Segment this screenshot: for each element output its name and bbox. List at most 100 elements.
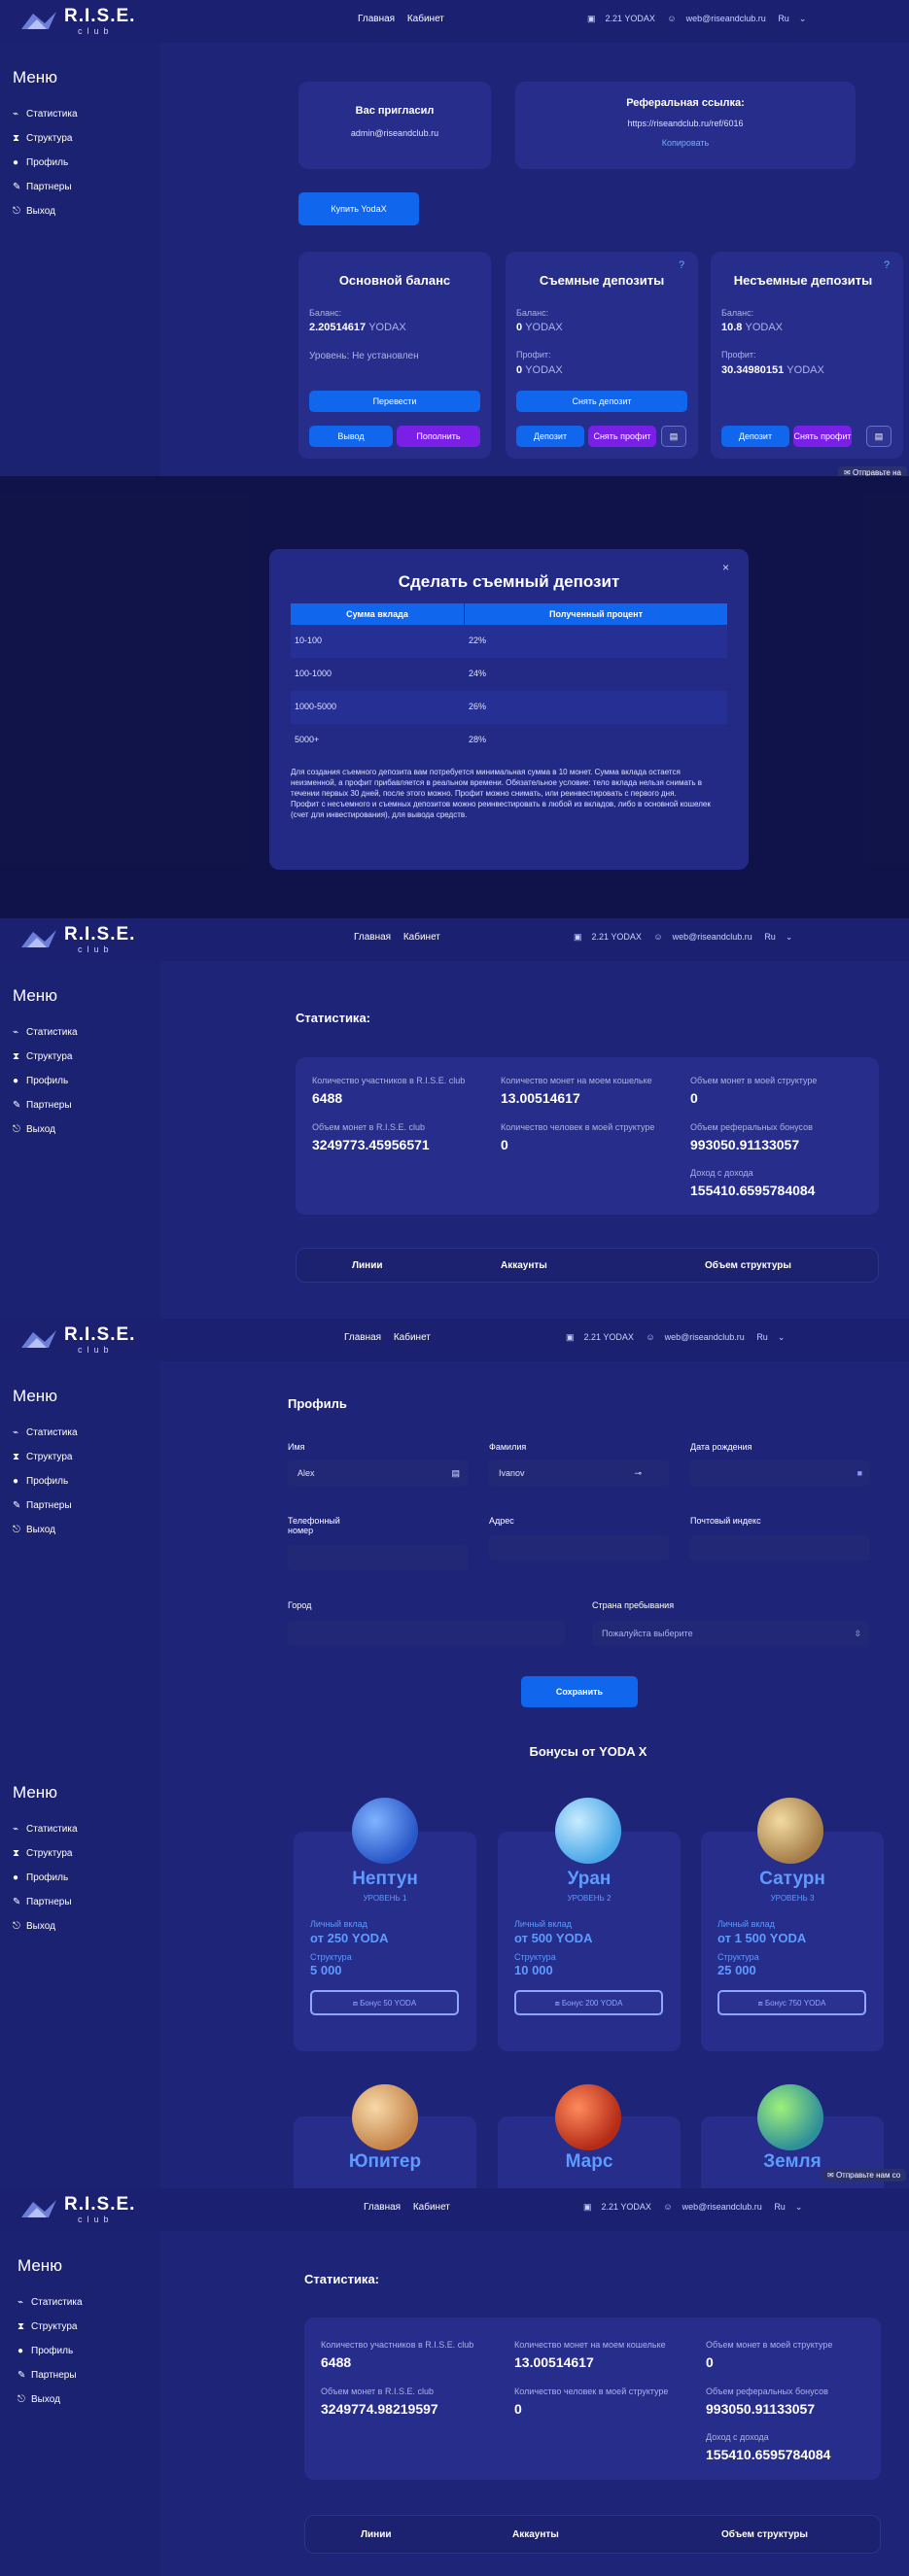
tab-lines[interactable]: Линии <box>352 1260 383 1271</box>
tab-volume[interactable]: Объем структуры <box>721 2529 808 2540</box>
save-button[interactable]: Сохранить <box>521 1676 638 1707</box>
menu-item-stats[interactable]: ⌁ Статистика <box>13 1027 78 1038</box>
menu-item-partners[interactable]: ✎ Партнеры <box>13 1897 72 1907</box>
structure-icon: ⧗ <box>13 133 20 144</box>
deposit-button[interactable]: Депозит <box>721 426 789 447</box>
menu-item-partners[interactable]: ✎ Партнеры <box>13 1100 72 1111</box>
menu-item-structure[interactable]: ⧗ Структура <box>13 1848 72 1859</box>
tab-volume[interactable]: Объем структуры <box>705 1260 791 1271</box>
logo[interactable]: R.I.S.E. club <box>19 1324 134 1357</box>
profile-screen: R.I.S.E. club Главная Кабинет ▣ 2.21 YODA… <box>0 1319 909 1727</box>
removable-profit-label: Профит: <box>516 350 551 360</box>
tab-lines[interactable]: Линии <box>361 2529 392 2540</box>
nav-cabinet[interactable]: Кабинет <box>394 1332 431 1343</box>
structure-icon: ⧗ <box>17 2321 25 2332</box>
menu-item-structure[interactable]: ⧗ Структура <box>13 133 72 144</box>
buy-yodax-button[interactable]: Купить YodaX <box>298 192 419 225</box>
deposit-button[interactable]: Депозит <box>516 426 584 447</box>
tab-accounts[interactable]: Аккаунты <box>512 2529 559 2540</box>
help-icon[interactable]: ? <box>884 259 890 271</box>
modal-text-2: Профит с несъемного и съемных депозитов … <box>291 800 711 819</box>
nav-cabinet[interactable]: Кабинет <box>413 2202 450 2213</box>
menu-item-profile[interactable]: ● Профиль <box>13 1076 68 1086</box>
nav-home[interactable]: Главная <box>344 1332 381 1343</box>
menu-item-partners[interactable]: ✎ Партнеры <box>13 182 72 192</box>
referral-title: Реферальная ссылка: <box>626 97 745 109</box>
main-balance-card: Основной баланс Баланс: 2.20514617 YODAX… <box>298 252 491 459</box>
structure-value: 25 000 <box>717 1963 756 1977</box>
nav-home[interactable]: Главная <box>364 2202 401 2213</box>
surname-field[interactable]: Ivanov ⊸ <box>489 1460 669 1486</box>
nav-cabinet[interactable]: Кабинет <box>403 932 440 943</box>
help-icon[interactable]: ? <box>679 259 684 271</box>
menu-item-exit[interactable]: ⎋ Выход <box>13 1124 55 1135</box>
referral-link[interactable]: https://riseandclub.ru/ref/6016 <box>515 119 856 128</box>
copy-link[interactable]: Копировать <box>515 138 856 148</box>
exit-icon: ⎋ <box>17 2394 25 2405</box>
withdraw-profit-button[interactable]: Снять профит <box>588 426 656 447</box>
city-field[interactable] <box>288 1621 565 1646</box>
menu-item-profile[interactable]: ● Профиль <box>13 157 68 168</box>
menu-item-partners[interactable]: ✎ Партнеры <box>13 1500 72 1511</box>
struct-people-value: 0 <box>501 1137 508 1152</box>
menu-item-stats[interactable]: ⌁ Статистика <box>13 1824 78 1835</box>
header-email[interactable]: web@riseandclub.ru <box>665 1332 745 1342</box>
name-field[interactable]: Alex ▤ <box>288 1460 468 1486</box>
withdraw-profit-button[interactable]: Снять профит <box>793 426 852 447</box>
header-balance[interactable]: 2.21 YODAX <box>602 2202 651 2212</box>
struct-coins-label: Объем монет в моей структуре <box>690 1076 818 1085</box>
nav-home[interactable]: Главная <box>358 14 395 24</box>
withdraw-deposit-button[interactable]: Снять депозит <box>516 391 687 412</box>
nav-cabinet[interactable]: Кабинет <box>407 14 444 24</box>
topup-button[interactable]: Пополнить <box>397 426 480 447</box>
logo[interactable]: R.I.S.E. club <box>19 924 134 957</box>
menu-item-stats[interactable]: ⌁ Статистика <box>13 1427 78 1438</box>
bonus-button[interactable]: ⧈ Бонус 750 YODA <box>717 1990 866 2015</box>
language-select[interactable]: Ru <box>774 2202 786 2212</box>
header-email[interactable]: web@riseandclub.ru <box>673 932 752 942</box>
chat-widget[interactable]: ✉ Отправьте на <box>838 466 907 476</box>
language-select[interactable]: Ru <box>756 1332 768 1342</box>
menu-item-profile[interactable]: ● Профиль <box>17 2346 73 2356</box>
logo[interactable]: R.I.S.E. club <box>19 2194 134 2227</box>
menu-item-profile[interactable]: ● Профиль <box>13 1872 68 1883</box>
menu-item-structure[interactable]: ⧗ Структура <box>13 1051 72 1062</box>
withdraw-button[interactable]: Вывод <box>309 426 393 447</box>
wallet-icon: ▣ <box>587 14 596 23</box>
transfer-button[interactable]: Перевести <box>309 391 480 412</box>
header-email[interactable]: web@riseandclub.ru <box>682 2202 762 2212</box>
menu-item-stats[interactable]: ⌁ Статистика <box>17 2297 83 2308</box>
menu-item-partners[interactable]: ✎ Партнеры <box>17 2370 77 2381</box>
header-balance[interactable]: 2.21 YODAX <box>584 1332 634 1342</box>
bonus-button[interactable]: ⧈ Бонус 50 YODA <box>310 1990 459 2015</box>
menu-item-stats[interactable]: ⌁ Статистика <box>13 109 78 120</box>
tab-accounts[interactable]: Аккаунты <box>501 1260 547 1271</box>
language-select[interactable]: Ru <box>778 14 789 23</box>
header-email[interactable]: web@riseandclub.ru <box>686 14 766 23</box>
header-balance[interactable]: 2.21 YODAX <box>592 932 642 942</box>
menu-item-structure[interactable]: ⧗ Структура <box>17 2321 77 2332</box>
menu-item-exit[interactable]: ⎋ Выход <box>13 1525 55 1535</box>
menu-item-exit[interactable]: ⎋ Выход <box>13 206 55 217</box>
planet-level: УРОВЕНЬ 3 <box>770 1894 815 1903</box>
logo[interactable]: R.I.S.E. club <box>19 6 134 39</box>
menu-item-structure[interactable]: ⧗ Структура <box>13 1452 72 1462</box>
language-select[interactable]: Ru <box>764 932 776 942</box>
chart-icon: ⌁ <box>13 1027 19 1038</box>
bonus-button[interactable]: ⧈ Бонус 200 YODA <box>514 1990 663 2015</box>
header-balance[interactable]: 2.21 YODAX <box>606 14 655 23</box>
history-icon[interactable]: ▤ <box>866 426 892 447</box>
zip-field[interactable] <box>690 1535 870 1561</box>
personal-deposit-label: Личный вклад <box>310 1919 367 1929</box>
logo-mark-icon <box>21 930 56 947</box>
country-select[interactable]: Пожалуйста выберите ⇳ <box>592 1621 869 1646</box>
menu-item-exit[interactable]: ⎋ Выход <box>17 2394 60 2405</box>
chat-widget[interactable]: ✉ Отправьте нам со <box>822 2169 907 2181</box>
menu-item-profile[interactable]: ● Профиль <box>13 1476 68 1487</box>
nav-home[interactable]: Главная <box>354 932 391 943</box>
phone-field[interactable] <box>288 1545 468 1570</box>
menu-item-exit[interactable]: ⎋ Выход <box>13 1921 55 1932</box>
address-field[interactable] <box>489 1535 669 1561</box>
history-icon[interactable]: ▤ <box>661 426 686 447</box>
birthdate-field[interactable]: ■ <box>690 1460 870 1486</box>
